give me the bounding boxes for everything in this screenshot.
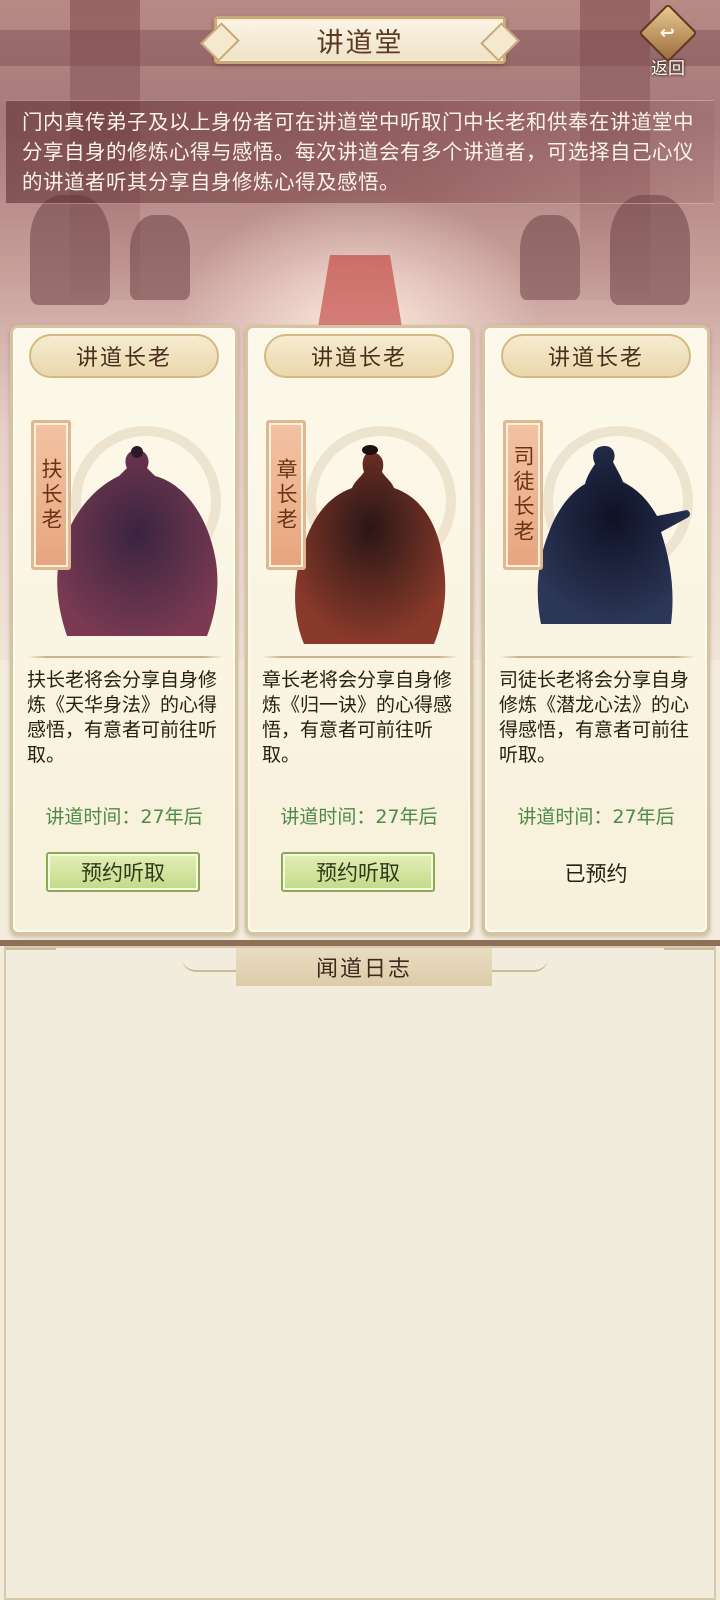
ornament-icon (6, 948, 56, 970)
elder-name: 司徒长老 (511, 445, 535, 545)
elder-silhouette-image (295, 445, 446, 644)
lecturer-card-1: 讲道长老 扶长老 扶长老将会分享自身修炼《天华身法》的心得感悟，有意者可前往听取… (10, 325, 238, 935)
log-header: 闻道日志 (236, 948, 492, 986)
elder-silhouette-image (57, 446, 218, 636)
card-header: 讲道长老 (29, 334, 219, 378)
card-header-label: 讲道长老 (310, 346, 407, 371)
reserve-button[interactable]: 预约听取 (46, 852, 200, 892)
page-title: 讲道堂 (316, 27, 404, 59)
back-button[interactable]: ↩ 返回 (632, 3, 704, 80)
lecturer-card-3: 讲道长老 司徒长老 司徒长老将会分享自身修炼《潜龙心法》的心得感悟，有意者可前往… (482, 325, 710, 935)
name-tag: 扶长老 (31, 420, 71, 570)
intro-panel: 门内真传弟子及以上身份者可在讲道堂中听取门中长老和供奉在讲道堂中分享自身的修炼心… (6, 100, 714, 204)
reserve-button-label: 预约听取 (81, 861, 165, 885)
card-header: 讲道长老 (501, 334, 691, 378)
card-header-label: 讲道长老 (75, 346, 172, 371)
reserve-button-label: 预约听取 (316, 861, 400, 885)
lecturer-card-2: 讲道长老 章长老 章长老将会分享自身修炼《归一诀》的心得感悟，有意者可前往听取。… (245, 325, 473, 935)
elder-name: 扶长老 (39, 457, 63, 533)
lecture-description: 章长老将会分享自身修炼《归一诀》的心得感悟，有意者可前往听取。 (262, 669, 453, 766)
divider (27, 656, 223, 658)
reserve-button[interactable]: 预约听取 (281, 852, 435, 892)
log-panel[interactable]: 闻道日志 (4, 946, 716, 1600)
back-arrow-icon: ↩ (638, 3, 698, 63)
reserved-status: 已预约 (564, 862, 628, 886)
name-tag: 章长老 (266, 420, 306, 570)
lecture-description: 司徒长老将会分享自身修炼《潜龙心法》的心得感悟，有意者可前往听取。 (499, 669, 690, 766)
lecture-time: 讲道时间：27年后 (517, 806, 675, 828)
elder-silhouette-image (537, 446, 690, 624)
card-header-label: 讲道长老 (547, 346, 644, 371)
divider (262, 656, 458, 658)
ornament-icon (664, 948, 714, 970)
lecture-time: 讲道时间：27年后 (280, 806, 438, 828)
intro-text: 门内真传弟子及以上身份者可在讲道堂中听取门中长老和供奉在讲道堂中分享自身的修炼心… (22, 110, 694, 194)
lecture-description: 扶长老将会分享自身修炼《天华身法》的心得感悟，有意者可前往听取。 (27, 669, 218, 766)
page-title-banner: 讲道堂 (214, 16, 506, 64)
elder-name: 章长老 (274, 457, 298, 533)
card-header: 讲道长老 (264, 334, 454, 378)
lecture-time: 讲道时间：27年后 (45, 806, 203, 828)
divider (499, 656, 695, 658)
log-title: 闻道日志 (315, 957, 412, 982)
name-tag: 司徒长老 (503, 420, 543, 570)
